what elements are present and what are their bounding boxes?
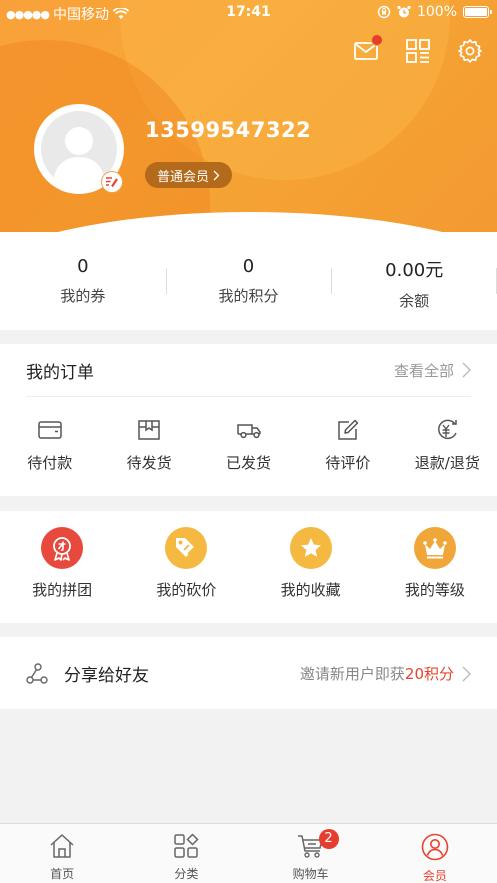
account-stats: 0 我的券 0 我的积分 0.00元 余额 bbox=[0, 232, 497, 330]
wallet-icon bbox=[37, 421, 62, 439]
alarm-icon bbox=[397, 5, 411, 18]
stat-label: 我的积分 bbox=[218, 287, 279, 305]
home-icon bbox=[50, 834, 74, 858]
pencil-icon bbox=[338, 419, 359, 440]
service-bargain[interactable]: 我的砍价 bbox=[124, 527, 248, 600]
services-row: 我的拼团 我的砍价 我的收藏 我的等级 bbox=[0, 511, 497, 600]
stat-coupons[interactable]: 0 我的券 bbox=[0, 232, 166, 330]
orders-title: 我的订单 bbox=[26, 362, 94, 383]
service-label: 我的砍价 bbox=[156, 581, 217, 599]
order-refund-return[interactable]: 退款/退货 bbox=[398, 416, 497, 473]
share-reward: 20积分 bbox=[404, 665, 454, 683]
view-all-orders-link[interactable]: 查看全部 bbox=[394, 360, 471, 381]
service-icon-circle bbox=[165, 527, 208, 569]
chevron-right-icon bbox=[462, 362, 471, 378]
user-icon bbox=[421, 833, 449, 861]
order-pending-payment[interactable]: 待付款 bbox=[0, 416, 99, 473]
stat-balance[interactable]: 0.00元 余额 bbox=[331, 232, 497, 330]
service-icon-circle bbox=[289, 527, 332, 569]
tab-bar: 首页 分类 2 购物车 会员 bbox=[0, 823, 497, 883]
user-phone: 13599547322 bbox=[145, 118, 312, 142]
rotation-lock-icon bbox=[377, 5, 391, 19]
service-label: 我的拼团 bbox=[32, 581, 93, 599]
truck-icon bbox=[236, 424, 261, 439]
share-hint: 邀请新用户即获 bbox=[299, 665, 405, 683]
tab-cart[interactable]: 2 购物车 bbox=[249, 824, 373, 883]
order-status-label: 待评价 bbox=[325, 454, 371, 472]
member-level-badge[interactable]: 普通会员 bbox=[145, 162, 233, 188]
qrcode-button[interactable] bbox=[405, 38, 431, 64]
tab-label: 会员 bbox=[422, 869, 447, 883]
stat-label: 我的券 bbox=[60, 287, 106, 305]
order-status-row: 待付款 待发货 已发货 待评价 退款/退货 bbox=[0, 416, 497, 473]
settings-button[interactable] bbox=[457, 38, 483, 64]
service-group-buy[interactable]: 我的拼团 bbox=[0, 527, 124, 600]
category-icon bbox=[174, 833, 199, 858]
service-icon-circle bbox=[413, 527, 456, 569]
orders-header: 我的订单 查看全部 bbox=[26, 344, 471, 397]
order-status-label: 退款/退货 bbox=[414, 454, 480, 472]
stat-value: 0.00元 bbox=[385, 260, 444, 281]
tab-label: 首页 bbox=[50, 867, 75, 881]
stat-value: 0 bbox=[77, 256, 89, 277]
service-favorites[interactable]: 我的收藏 bbox=[249, 527, 373, 600]
tab-member[interactable]: 会员 bbox=[373, 824, 497, 883]
service-icon-circle bbox=[41, 527, 84, 569]
stat-label: 余额 bbox=[399, 292, 430, 310]
order-pending-review[interactable]: 待评价 bbox=[298, 416, 397, 473]
chevron-right-icon bbox=[462, 666, 471, 681]
qrcode-icon bbox=[406, 39, 430, 63]
order-status-label: 已发货 bbox=[226, 454, 272, 472]
member-level-label: 普通会员 bbox=[157, 169, 210, 185]
battery-percent: 100% bbox=[416, 4, 457, 20]
order-pending-shipment[interactable]: 待发货 bbox=[99, 416, 198, 473]
edit-icon bbox=[106, 177, 118, 188]
gear-icon bbox=[458, 39, 482, 63]
unread-dot bbox=[371, 34, 383, 46]
message-button[interactable] bbox=[353, 34, 383, 64]
status-bar: ●●●●● 中国移动 17:41 100% bbox=[0, 0, 497, 26]
services-card: 我的拼团 我的砍价 我的收藏 我的等级 bbox=[0, 511, 497, 623]
refund-icon bbox=[438, 419, 458, 440]
group-buy-icon bbox=[53, 537, 72, 561]
service-label: 我的等级 bbox=[404, 581, 465, 599]
order-status-label: 待付款 bbox=[27, 454, 73, 472]
chevron-right-icon bbox=[213, 170, 220, 180]
box-icon bbox=[138, 420, 160, 440]
battery-icon bbox=[463, 6, 492, 18]
order-status-label: 待发货 bbox=[126, 454, 172, 472]
tab-home[interactable]: 首页 bbox=[0, 824, 124, 883]
bargain-icon bbox=[176, 538, 197, 557]
tab-label: 分类 bbox=[174, 867, 199, 881]
view-all-label: 查看全部 bbox=[393, 361, 454, 380]
stat-value: 0 bbox=[242, 256, 255, 277]
tab-label: 购物车 bbox=[292, 867, 329, 881]
service-label: 我的收藏 bbox=[280, 581, 341, 599]
service-level[interactable]: 我的等级 bbox=[373, 527, 497, 600]
share-icon bbox=[26, 662, 48, 684]
crown-icon bbox=[423, 538, 447, 559]
share-card[interactable]: 分享给好友 邀请新用户即获20积分 bbox=[0, 637, 497, 709]
tab-category[interactable]: 分类 bbox=[124, 824, 248, 883]
edit-profile-button[interactable] bbox=[101, 171, 123, 193]
orders-card: 我的订单 查看全部 待付款 待发货 已发货 待评价 退款/退货 bbox=[0, 344, 497, 496]
header-actions bbox=[353, 34, 483, 64]
cart-count-badge: 2 bbox=[318, 829, 339, 849]
share-label: 分享给好友 bbox=[64, 666, 149, 686]
star-icon bbox=[300, 538, 321, 557]
stat-points[interactable]: 0 我的积分 bbox=[165, 232, 332, 330]
order-shipped[interactable]: 已发货 bbox=[199, 416, 298, 473]
